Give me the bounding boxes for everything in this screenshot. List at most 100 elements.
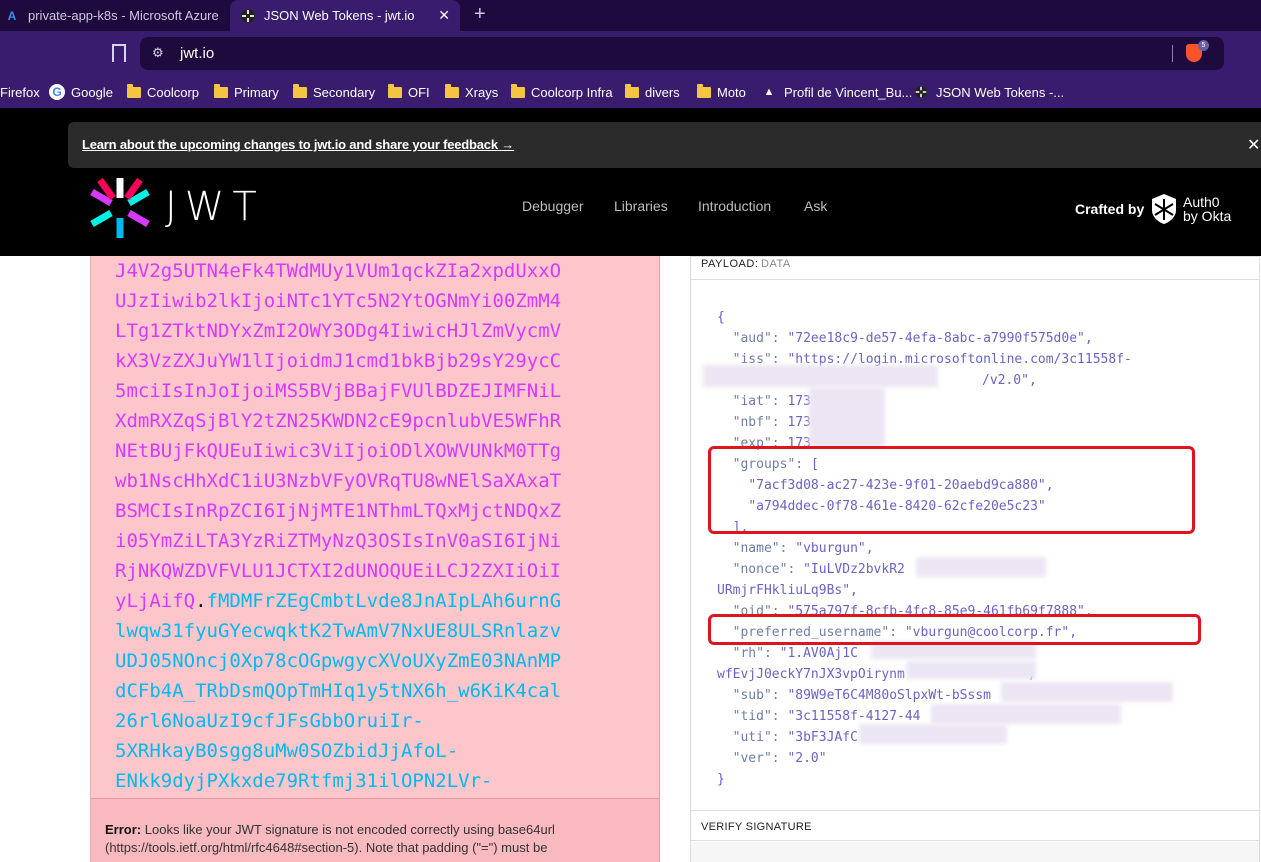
bookmark-label: Firefox [0, 84, 40, 100]
redacted-region [906, 661, 1036, 679]
encoded-token-line: 26rl6NoaUzI9cfJFsGbbOruiIr- [115, 710, 424, 732]
encoded-token-line: wb1NscHhXdC1iU3NzbVFyOVRqTU8wNElSaXAxaT [115, 470, 562, 492]
bookmark-folder-coolcorp[interactable]: Coolcorp [127, 82, 199, 102]
browser-tab-bar: A private-app-k8s - Microsoft Azure JSON… [0, 0, 1261, 31]
folder-icon [697, 83, 711, 98]
google-icon: G [49, 84, 65, 100]
auth0-brand[interactable]: Auth0 by Okta [1183, 195, 1231, 223]
arrow-right-icon: → [501, 137, 515, 152]
nav-debugger[interactable]: Debugger [522, 198, 584, 214]
address-bar-row: ⚙ jwt.io 5 [0, 31, 1261, 76]
verify-signature-label: VERIFY SIGNATURE [701, 821, 812, 833]
close-icon[interactable]: ✕ [1247, 135, 1260, 155]
jwt-icon [914, 85, 928, 99]
encoded-token-editor[interactable]: J4V2g5UTN4eFk4TWdMUy1VUm1qckZIa2xpdUxxO U… [90, 256, 660, 862]
brave-shields-badge: 5 [1198, 40, 1209, 51]
encoded-token-line: XdmRXZqSjBlY2tZN25KWDN2cE9pcnlubVE5WFhR [115, 410, 562, 432]
profile-icon: ▲ [763, 86, 775, 98]
bookmark-jwt[interactable]: JSON Web Tokens -... [914, 82, 1064, 102]
signature-error-box: Error: Looks like your JWT signature is … [91, 798, 659, 862]
nav-ask[interactable]: Ask [804, 198, 827, 214]
preferred-username-highlight-box [708, 614, 1201, 645]
bookmark-label: divers [645, 84, 680, 100]
encoded-token-line: dCFb4A_TRbDsmQOpTmHIq1y5tNX6h_w6KiK4cal [115, 680, 562, 702]
redacted-region [931, 704, 1121, 724]
encoded-token-line: 5mciIsInJoIjoiMS5BVjBBajFVUlBDZEJIMFNiL [115, 380, 562, 402]
redacted-region [809, 387, 885, 447]
encoded-token-line: J4V2g5UTN4eFk4TWdMUy1VUm1qckZIa2xpdUxxO [115, 260, 562, 282]
folder-icon [293, 83, 307, 98]
encoded-token-line: LTg1ZTktNDYxZmI2OWY3ODg4IiwicHJlZmVycmV [115, 320, 562, 342]
bookmark-folder-coolcorp-infra[interactable]: Coolcorp Infra [511, 82, 613, 102]
nav-libraries[interactable]: Libraries [614, 198, 668, 214]
jwt-logo-icon[interactable] [88, 176, 152, 240]
bookmark-folder-moto[interactable]: Moto [697, 82, 746, 102]
encoded-token-line: yLjAifQ.fMDMFrZEgCmbtLvde8JnAIpLAh6urnG [115, 590, 562, 612]
bookmark-label: OFI [408, 84, 430, 100]
encoded-token-line: lwqw31fyuGYecwqktK2TwAmV7NxUE8ULSRnlazv [115, 620, 562, 642]
jwt-icon [240, 8, 256, 24]
bookmark-firefox[interactable]: Firefox [0, 82, 40, 102]
tab-title: JSON Web Tokens - jwt.io [264, 8, 415, 23]
nav-introduction[interactable]: Introduction [698, 198, 771, 214]
redacted-region [916, 557, 1046, 577]
folder-icon [127, 83, 141, 98]
url-text[interactable]: jwt.io [180, 45, 214, 62]
bookmark-folder-primary[interactable]: Primary [214, 82, 279, 102]
encoded-token-line: RjNKQWZDVFVLU1JCTXI2dUNOQUEiLCJ2ZXIiOiI [115, 560, 562, 582]
groups-highlight-box [708, 446, 1195, 534]
bookmark-label: Secondary [313, 84, 376, 100]
bookmark-google[interactable]: G Google [49, 82, 113, 102]
bookmark-page-icon[interactable] [112, 44, 126, 62]
azure-icon: A [7, 8, 17, 23]
payload-label: PAYLOAD: [701, 258, 759, 270]
bookmark-label: Profil de Vincent_Bu... [784, 84, 913, 100]
encoded-token-line: UJzIiwib2lkIjoiNTc1YTc5N2YtOGNmYi00ZmM4 [115, 290, 562, 312]
new-tab-button[interactable]: + [474, 3, 486, 26]
folder-icon [625, 83, 639, 98]
payload-section-header[interactable]: PAYLOAD: DATA [691, 257, 1259, 280]
decoded-panel: PAYLOAD: DATA { "aud": "72ee18c9-de57-4e… [690, 256, 1260, 862]
bookmark-label: Primary [234, 84, 279, 100]
signature-error-message: Error: Looks like your JWT signature is … [105, 822, 555, 855]
bookmark-label: Google [71, 84, 113, 100]
encoded-token-text[interactable]: J4V2g5UTN4eFk4TWdMUy1VUm1qckZIa2xpdUxxO U… [115, 256, 561, 856]
close-tab-icon[interactable]: ✕ [438, 7, 450, 24]
folder-icon [214, 83, 228, 98]
bookmarks-bar: Firefox G Google Coolcorp Primary Second… [0, 76, 1261, 108]
bookmark-folder-divers[interactable]: divers [625, 82, 680, 102]
bookmark-folder-ofi[interactable]: OFI [388, 82, 430, 102]
bookmark-label: JSON Web Tokens -... [936, 84, 1065, 100]
encoded-token-line: ENkk9dyjPXkxde79Rtfmj31ilOPN2LVr- [115, 770, 493, 792]
folder-icon [388, 83, 402, 98]
redacted-region [1001, 682, 1173, 702]
bookmark-label: Coolcorp [147, 84, 200, 100]
feedback-banner-link[interactable]: Learn about the upcoming changes to jwt.… [82, 137, 514, 152]
encoded-token-line: UDJ05NOncj0Xp78cOGpwgycXVoUXyZmE03NAnMP [115, 650, 562, 672]
bookmark-label: Coolcorp Infra [531, 84, 613, 100]
site-settings-icon[interactable]: ⚙ [152, 45, 164, 61]
bookmark-label: Moto [717, 84, 746, 100]
bookmark-folder-secondary[interactable]: Secondary [293, 82, 375, 102]
encoded-token-line: 5XRHkayB0sgg8uMw0SOZbidJjAfoL- [115, 740, 459, 762]
encoded-token-line: i05YmZiLTA3YzRiZTMyNzQ3OSIsInV0aSI6IjNi [115, 530, 562, 552]
jwt-logo-text[interactable]: JWT [165, 184, 265, 230]
site-header: Learn about the upcoming changes to jwt.… [0, 108, 1261, 256]
bookmark-profile[interactable]: ▲ Profil de Vincent_Bu... [762, 82, 913, 102]
tab-jwt[interactable]: JSON Web Tokens - jwt.io ✕ [230, 0, 460, 31]
encoded-token-line: NEtBUjFkQUEuIiwic3ViIjoiODlXOWVUNkM0TTg [115, 440, 562, 462]
crafted-by-label: Crafted by [1075, 201, 1145, 217]
encoded-token-line: BSMCIsInRpZCI6IjNjMTE1NThmLTQxMjctNDQxZ [115, 500, 562, 522]
encoded-token-line: kX3VzZXJuYW1lIjoidmJ1cmd1bkBjb29sY29ycC [115, 350, 562, 372]
verify-signature-header[interactable]: VERIFY SIGNATURE [691, 810, 1259, 841]
redacted-region [859, 724, 1007, 744]
url-field[interactable]: ⚙ jwt.io 5 [140, 37, 1224, 70]
auth0-shield-icon[interactable] [1150, 193, 1178, 225]
tab-azure[interactable]: A private-app-k8s - Microsoft Azure [0, 0, 225, 31]
payload-sublabel: DATA [761, 258, 791, 270]
bookmark-folder-xrays[interactable]: Xrays [445, 82, 498, 102]
verify-signature-body [691, 842, 1259, 862]
redacted-region [703, 365, 938, 387]
bookmark-label: Xrays [465, 84, 499, 100]
folder-icon [445, 83, 459, 98]
